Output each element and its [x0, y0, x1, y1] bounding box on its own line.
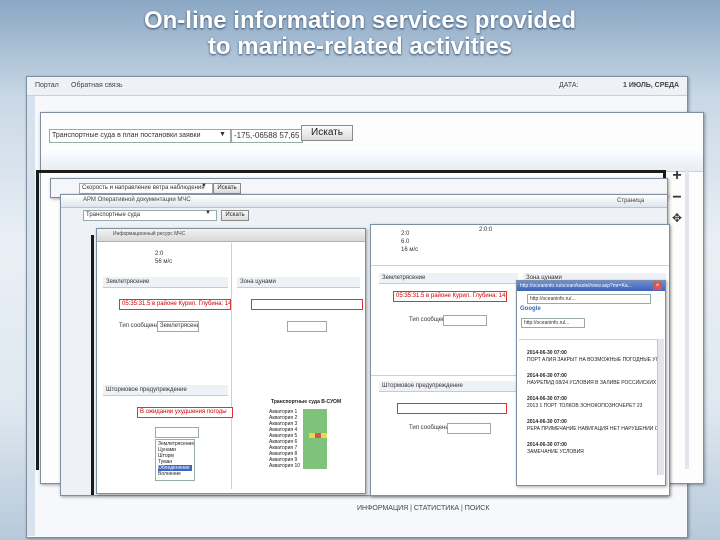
portal-left-gutter — [27, 96, 35, 536]
message-date: 2014-06-30 07:00 — [527, 396, 567, 402]
right-small-value-1: 2:0 — [401, 231, 410, 237]
left-tsunami-header: Зона цунами — [237, 277, 360, 288]
map-toolbar-strip — [41, 147, 703, 172]
arm-search-button[interactable]: Искать — [221, 210, 249, 221]
right-mid-divider — [371, 375, 521, 376]
browser-google-label: Google — [520, 306, 541, 312]
right-storm-select[interactable] — [447, 423, 491, 434]
map-layer-chevron-icon[interactable]: ▼ — [219, 131, 226, 138]
arm-left-frame — [91, 235, 94, 495]
browser-address-bar[interactable]: http://oceaninfo.ru/... — [527, 294, 651, 304]
portal-footer: ИНФОРМАЦИЯ | СТАТИСТИКА | ПОИСК — [357, 505, 490, 512]
left-grid-green — [303, 409, 327, 469]
message-text: РЕРА ПРИМЕЧАНИЕ НАВИГАЦИЯ НЕТ НАРУШЕНИЙ … — [527, 426, 657, 432]
message-text: НАУРЕПИД 08/24 УСЛОВИЯ В ЗАЛИВЕ РОССИЙСК… — [527, 380, 657, 386]
wind-chevron-icon[interactable]: ▼ — [201, 183, 207, 189]
message-text: ПОРТ АЛИЯ ЗАКРЫТ НА ВОЗМОЖНЫЕ ПОГОДНЫЕ У… — [527, 357, 657, 363]
browser-window: http://oceaninfo.ru/ocean/kastel/view.as… — [516, 280, 666, 486]
coords-input[interactable]: -175,-06588 57,65 — [231, 129, 303, 143]
left-small-value-2: 56 м/с — [155, 259, 173, 265]
browser-scrollbar[interactable] — [657, 339, 664, 475]
nav-portal-link[interactable]: Портал — [35, 82, 59, 89]
message-date: 2014-06-30 07:00 — [527, 373, 567, 379]
left-small-value-1: 2:0 — [155, 251, 164, 257]
wind-select[interactable]: Скорость и направление ветра наблюдения — [79, 183, 213, 194]
portal-nav: Портал Обратная связь ДАТА: 1 ИЮЛЬ, СРЕД… — [27, 77, 687, 96]
arm-select[interactable]: Транспортные суда — [83, 210, 217, 221]
nav-feedback-link[interactable]: Обратная связь — [71, 82, 123, 89]
slide-title: On-line information services provided to… — [0, 8, 720, 60]
left-type-select[interactable]: Землетрясение — [157, 321, 199, 332]
map-frame-left — [36, 170, 39, 470]
left-earthquake-field: 05:35:31.5 в районе Курил. Глубина: 14,9… — [119, 299, 231, 310]
right-earthquake-header: Землетрясение — [379, 273, 518, 284]
left-forecast-select[interactable] — [155, 427, 199, 438]
zoom-out-button[interactable]: − — [668, 189, 686, 206]
message-date: 2014-06-30 07:00 — [527, 350, 567, 356]
arm-title: АРМ Оперативной документации МЧС — [83, 197, 191, 203]
option-item[interactable]: Волнение — [158, 471, 181, 477]
right-top-divider — [371, 265, 669, 266]
wind-search-button[interactable]: Искать — [213, 183, 241, 194]
left-earthquake-header: Землетрясение — [103, 277, 228, 288]
left-forecast-field: В ожидании ухудшения погоды — [137, 407, 233, 418]
slide-title-line-1: On-line information services provided — [143, 7, 577, 34]
right-storm-field — [397, 403, 507, 414]
date-value: 1 ИЮЛЬ, СРЕДА — [623, 82, 680, 89]
right-storm-header: Штормовое предупреждение — [379, 381, 518, 392]
left-tsunami-select[interactable] — [287, 321, 327, 332]
map-right-border — [685, 169, 689, 469]
date-label: ДАТА: — [559, 82, 579, 89]
left-grid-title: Транспортные суда В-СУОМ — [271, 399, 342, 405]
right-earthquake-field: 05:35:31.5 в районе Курил. Глубина: 14,9… — [393, 291, 507, 302]
left-info-window: Информационный ресурс МЧС 2:0 56 м/с Зем… — [96, 228, 366, 494]
arm-pages-label: Страница — [617, 198, 645, 204]
browser-close-icon[interactable]: × — [653, 282, 662, 290]
map-frame-top — [36, 170, 666, 173]
map-search-button[interactable]: Искать — [301, 125, 353, 141]
message-date: 2014-06-30 07:00 — [527, 442, 567, 448]
browser-content: 2014-06-30 07:00 ПОРТ АЛИЯ ЗАКРЫТ НА ВОЗ… — [519, 339, 659, 476]
browser-tab[interactable]: http://oceaninfo.rul... — [521, 318, 585, 328]
map-layer-select[interactable]: Транспортные суда в план постановки заяв… — [49, 129, 231, 143]
message-text: ЗАМЕЧАНИЕ УСЛОВИЯ — [527, 449, 584, 455]
right-small-value-3: 16 м/с — [401, 247, 419, 253]
grid-row-label: Акватория 10 — [269, 463, 301, 469]
grid-cell-yellow — [321, 433, 327, 438]
browser-titlebar: http://oceaninfo.ru/ocean/kastel/view.as… — [517, 281, 665, 291]
left-info-title: Информационный ресурс МЧС — [113, 231, 186, 237]
zoom-in-button[interactable]: + — [668, 167, 686, 184]
arm-chevron-icon[interactable]: ▼ — [205, 210, 211, 216]
right-scale-value: 2:0:0 — [479, 227, 493, 233]
right-type-select[interactable] — [443, 315, 487, 326]
arm-titlebar: АРМ Оперативной документации МЧС — [61, 195, 667, 208]
left-info-divider — [231, 243, 232, 489]
right-small-value-2: 6.0 — [401, 239, 410, 245]
left-tsunami-field — [251, 299, 363, 310]
message-date: 2014-06-30 07:00 — [527, 419, 567, 425]
left-forecast-header: Штормовое предупреждение — [103, 385, 228, 396]
pan-move-icon[interactable]: ✥ — [670, 211, 684, 225]
left-grid-panel: Транспортные суда В-СУОМ Акватория 1 Акв… — [267, 399, 341, 471]
slide-title-line-2: to marine-related activities — [207, 33, 513, 60]
message-text: 2013 1 ПОРТ ТОЛКОВ ЗОНОКОПОЗНОЧЕРЕТ 23 — [527, 403, 643, 409]
left-options-list[interactable]: Землетрясение Цунами Шторм Туман Обледен… — [155, 439, 195, 481]
